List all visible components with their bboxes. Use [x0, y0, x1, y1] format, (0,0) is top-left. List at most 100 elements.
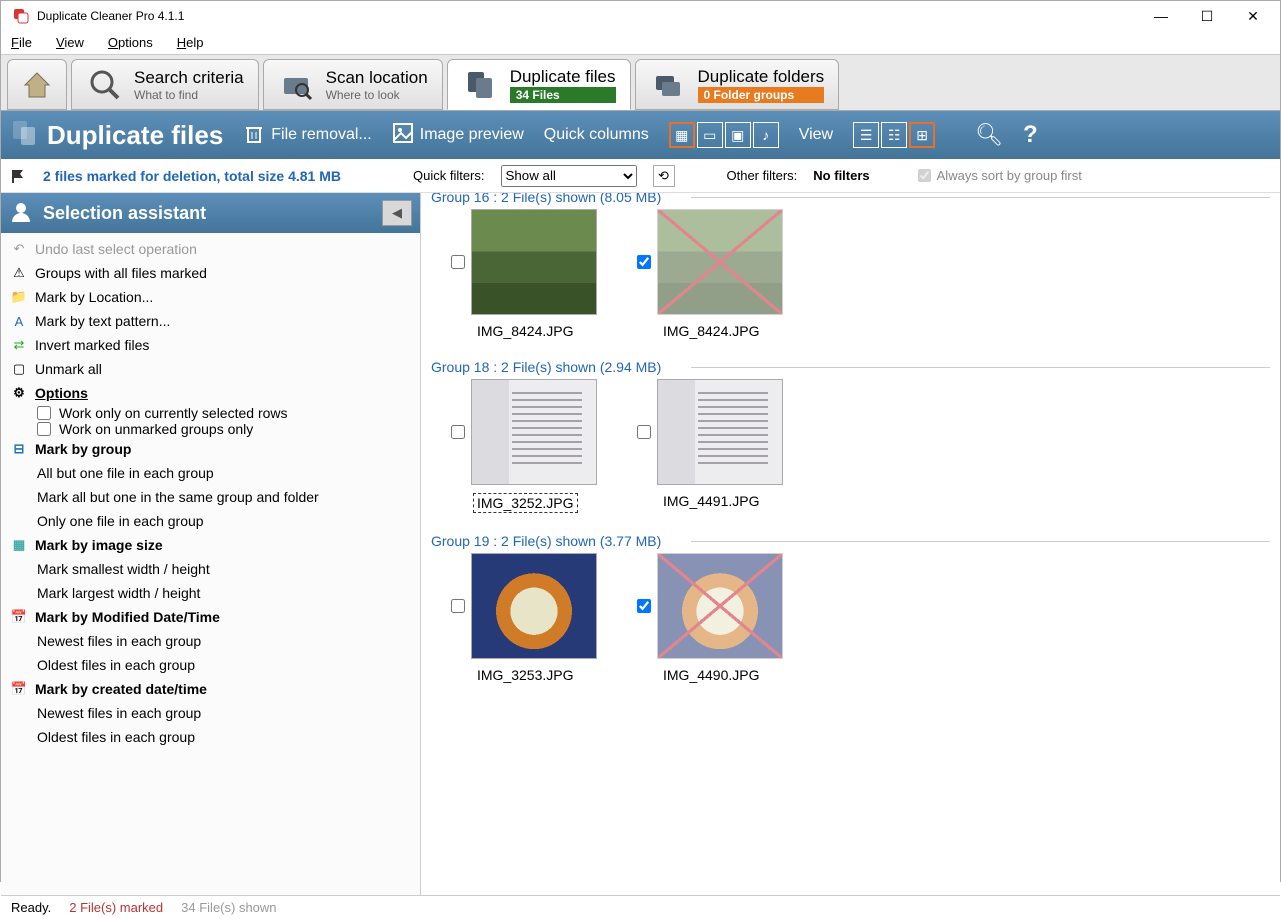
menu-file[interactable]: File: [11, 35, 32, 50]
col-image-icon[interactable]: ▣: [725, 122, 751, 148]
mi-largest[interactable]: Mark largest width / height: [1, 581, 420, 605]
col-music-icon[interactable]: ♪: [753, 122, 779, 148]
maximize-button[interactable]: ☐: [1184, 1, 1230, 31]
tab-search-criteria[interactable]: Search criteria What to find: [71, 59, 259, 110]
thumb-item[interactable]: IMG_3253.JPG: [451, 553, 597, 683]
thumb-filename: IMG_8424.JPG: [663, 323, 760, 339]
menu-view[interactable]: View: [56, 35, 84, 50]
thumbnail-image[interactable]: [471, 209, 597, 315]
thumb-filename: IMG_4491.JPG: [663, 493, 760, 509]
invert-marked[interactable]: ⇄Invert marked files: [1, 333, 420, 357]
mm-oldest[interactable]: Oldest files in each group: [1, 653, 420, 677]
refresh-button[interactable]: ⟲: [653, 165, 675, 187]
marked-summary: 2 files marked for deletion, total size …: [43, 168, 341, 184]
thumb-filename: IMG_3253.JPG: [477, 667, 574, 683]
help-icon[interactable]: ?: [1023, 121, 1038, 149]
mc-newest[interactable]: Newest files in each group: [1, 701, 420, 725]
group-title: Group 16 : 2 File(s) shown (8.05 MB): [431, 193, 1270, 209]
file-removal-button[interactable]: File removal...: [243, 122, 371, 149]
tab-duplicate-folders[interactable]: Duplicate folders 0 Folder groups: [635, 59, 840, 110]
groups-all-marked[interactable]: ⚠Groups with all files marked: [1, 261, 420, 285]
col-window-icon[interactable]: ▭: [697, 122, 723, 148]
thumb-checkbox[interactable]: [637, 425, 651, 439]
other-filters-value: No filters: [813, 168, 869, 183]
thumb-item[interactable]: IMG_8424.JPG: [451, 209, 597, 339]
title-bar: Duplicate Cleaner Pro 4.1.1 — ☐ ✕: [1, 1, 1280, 31]
text-icon: A: [11, 313, 27, 329]
files-icon: [11, 119, 39, 152]
tab-duplicate-files[interactable]: Duplicate files 34 Files: [447, 59, 631, 110]
files-icon: [462, 66, 500, 104]
thumb-checkbox[interactable]: [451, 425, 465, 439]
main-area: Selection assistant ◀ ↶Undo last select …: [1, 193, 1280, 895]
thumbnail-panel[interactable]: Group 16 : 2 File(s) shown (8.05 MB) IMG…: [421, 193, 1280, 895]
quick-filters-label: Quick filters:: [413, 168, 485, 183]
opt-unmarked-groups[interactable]: Work on unmarked groups only: [1, 421, 420, 437]
mm-newest[interactable]: Newest files in each group: [1, 629, 420, 653]
group-title: Group 18 : 2 File(s) shown (2.94 MB): [431, 355, 1270, 379]
minimize-button[interactable]: —: [1138, 1, 1184, 31]
menu-help[interactable]: Help: [177, 35, 204, 50]
group: Group 18 : 2 File(s) shown (2.94 MB) IMG…: [431, 355, 1270, 513]
tab-scan-location[interactable]: Scan location Where to look: [263, 59, 443, 110]
search-icon[interactable]: 🔍︎: [975, 122, 1003, 148]
folders-icon: [650, 66, 688, 104]
gear-icon: ⚙: [11, 385, 27, 401]
home-icon: [21, 66, 53, 104]
quick-filters-select[interactable]: Show all: [501, 165, 637, 187]
thumb-checkbox[interactable]: [451, 599, 465, 613]
view-thumbs-icon[interactable]: ⊞: [909, 122, 935, 148]
options-header[interactable]: ⚙Options: [1, 381, 420, 405]
mi-smallest[interactable]: Mark smallest width / height: [1, 557, 420, 581]
thumb-filename: IMG_3252.JPG: [473, 493, 578, 513]
filter-bar: 2 files marked for deletion, total size …: [1, 159, 1280, 193]
col-grid-icon[interactable]: ▦: [669, 122, 695, 148]
group: Group 16 : 2 File(s) shown (8.05 MB) IMG…: [431, 193, 1270, 339]
tab-scan-sub: Where to look: [326, 88, 428, 102]
selection-assistant-panel: Selection assistant ◀ ↶Undo last select …: [1, 193, 421, 895]
menu-options[interactable]: Options: [108, 35, 153, 50]
mg-only-one[interactable]: Only one file in each group: [1, 509, 420, 533]
thumb-checkbox[interactable]: [637, 599, 651, 613]
folder-icon: 📁: [11, 289, 27, 305]
thumbnail-image[interactable]: [657, 379, 783, 485]
mark-by-created-header: 📅Mark by created date/time: [1, 677, 420, 701]
thumbnail-image[interactable]: [471, 553, 597, 659]
tree-icon: ⊟: [11, 441, 27, 457]
thumbnail-image[interactable]: [657, 209, 783, 315]
mark-by-text[interactable]: AMark by text pattern...: [1, 309, 420, 333]
assistant-list: ↶Undo last select operation ⚠Groups with…: [1, 233, 420, 895]
thumb-item[interactable]: IMG_8424.JPG: [637, 209, 783, 339]
view-list-icon[interactable]: ☰: [853, 122, 879, 148]
menu-bar: File View Options Help: [1, 31, 1280, 55]
close-button[interactable]: ✕: [1230, 1, 1276, 31]
page-title: Duplicate files: [47, 120, 223, 151]
trash-icon: [243, 122, 265, 149]
thumb-item[interactable]: IMG_4490.JPG: [637, 553, 783, 683]
assistant-title: Selection assistant: [43, 203, 372, 224]
thumb-checkbox[interactable]: [451, 255, 465, 269]
tab-dupfiles-badge: 34 Files: [510, 87, 616, 103]
thumb-item[interactable]: IMG_3252.JPG: [451, 379, 597, 513]
mark-by-image-header: ▦Mark by image size: [1, 533, 420, 557]
tab-home[interactable]: [7, 59, 67, 110]
thumbnail-image[interactable]: [471, 379, 597, 485]
calendar-icon: 📅: [11, 609, 27, 625]
view-details-icon[interactable]: ☷: [881, 122, 907, 148]
thumb-checkbox[interactable]: [637, 255, 651, 269]
mg-all-but-one[interactable]: All but one file in each group: [1, 461, 420, 485]
unmark-all[interactable]: ▢Unmark all: [1, 357, 420, 381]
flag-icon: [11, 168, 27, 184]
assistant-header: Selection assistant ◀: [1, 193, 420, 233]
always-sort-check[interactable]: Always sort by group first: [918, 168, 1082, 183]
mg-all-but-one-folder[interactable]: Mark all but one in the same group and f…: [1, 485, 420, 509]
mc-oldest[interactable]: Oldest files in each group: [1, 725, 420, 749]
image-preview-button[interactable]: Image preview: [392, 122, 524, 149]
opt-selected-rows[interactable]: Work only on currently selected rows: [1, 405, 420, 421]
thumbnail-image[interactable]: [657, 553, 783, 659]
undo-select[interactable]: ↶Undo last select operation: [1, 237, 420, 261]
mark-by-location[interactable]: 📁Mark by Location...: [1, 285, 420, 309]
collapse-button[interactable]: ◀: [382, 200, 412, 226]
thumb-item[interactable]: IMG_4491.JPG: [637, 379, 783, 513]
image-icon: [392, 122, 414, 149]
